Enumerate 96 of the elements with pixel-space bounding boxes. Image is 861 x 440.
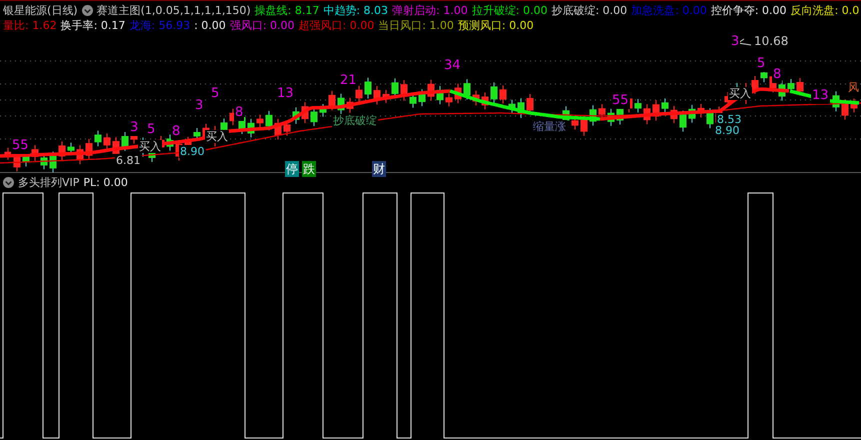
legend-value: 超强风口: 0.00: [298, 18, 374, 33]
candlestick: [644, 104, 650, 125]
candlestick: [76, 144, 84, 165]
candlestick: [446, 92, 452, 107]
chart-note: 8.90: [179, 145, 206, 158]
candlestick: [346, 97, 354, 114]
candlestick: [338, 93, 344, 115]
candlestick: [454, 83, 462, 104]
candlestick: [266, 110, 272, 131]
signal-tag: 财: [372, 161, 386, 178]
legend-value: 加急洗盘: 0.00: [631, 3, 707, 18]
signal-tag: 停: [285, 161, 299, 178]
candlestick: [274, 118, 282, 140]
chart-note: 买入: [205, 130, 229, 144]
candlestick: [356, 85, 362, 103]
arrow-icon: [738, 38, 752, 46]
legend-value: 量比: 1.62: [3, 18, 57, 33]
candlestick: [248, 118, 254, 138]
candlestick: [418, 88, 426, 107]
count-label: 13: [276, 86, 295, 102]
candlestick: [500, 84, 506, 104]
candlestick: [652, 100, 660, 122]
candlestick: [598, 104, 606, 120]
candlestick: [472, 90, 480, 106]
candlestick: [688, 104, 696, 124]
legend-value: 中趋势: 8.03: [323, 3, 388, 18]
candlestick: [680, 110, 686, 132]
count-label: 55: [11, 138, 30, 154]
candlestick: [436, 85, 444, 105]
candlestick: [850, 98, 858, 113]
candlestick: [292, 106, 300, 124]
count-label: 3: [129, 120, 140, 136]
candlestick: [698, 103, 704, 118]
candlestick: [94, 130, 102, 147]
candlestick: [320, 104, 326, 118]
candlestick: [842, 99, 848, 120]
indicator-name: 多头排列VIP: [18, 175, 80, 190]
dropdown-icon[interactable]: [82, 5, 93, 16]
candlestick: [374, 86, 380, 105]
legend-value: PL: 0.00: [83, 175, 128, 190]
candlestick: [32, 144, 38, 162]
candlestick: [382, 89, 390, 104]
price-label: 10.68: [753, 34, 790, 48]
candlestick: [122, 132, 128, 152]
candlestick: [310, 107, 318, 127]
candlestick: [832, 90, 840, 112]
candlestick: [670, 105, 678, 124]
chart-note: 抄底破绽: [332, 114, 378, 128]
count-label: 13: [811, 88, 830, 104]
candlestick: [508, 99, 516, 114]
security-name: 银星能源(日线): [3, 3, 78, 18]
candlestick: [104, 132, 110, 150]
candlestick: [302, 102, 308, 124]
candlestick: [490, 82, 498, 104]
candlestick: [400, 80, 408, 102]
legend-value: 当日风口: 1.00: [378, 18, 454, 33]
legend-value: 换手率: 0.17: [60, 18, 126, 33]
count-label: 5: [756, 56, 766, 72]
candlestick: [256, 114, 264, 128]
legend-value: 弹射启动: 1.00: [392, 3, 468, 18]
legend-value: 强风口: 0.00: [230, 18, 295, 33]
chart-note: 缩量涨: [532, 120, 567, 134]
count-label: 5: [210, 86, 220, 102]
candlestick: [580, 115, 588, 136]
legend-value: 预测风口: 0.00: [458, 18, 534, 33]
candlestick: [86, 138, 92, 160]
signal-tag: 跌: [302, 161, 316, 178]
candlestick: [662, 98, 668, 114]
candlestick: [482, 92, 488, 110]
candlestick: [464, 78, 470, 100]
legend-value: 拉升破绽: 0.00: [472, 3, 548, 18]
candlestick: [58, 140, 66, 161]
count-label: 55: [611, 93, 630, 109]
candlestick: [518, 98, 524, 119]
dropdown-icon[interactable]: [3, 177, 14, 188]
chart-note: 8.90: [714, 124, 740, 138]
legend-value: 操盘线: 8.17: [254, 3, 320, 18]
legend-value: : 0.00: [194, 18, 226, 33]
candlestick: [328, 90, 336, 111]
legend-value: 抄底破绽: 0.00: [551, 3, 628, 18]
candlestick: [752, 76, 758, 94]
legend-value: 龙海: 56.93: [129, 18, 190, 33]
chart-note: 风: [847, 81, 860, 94]
candlestick: [590, 104, 596, 126]
candlestick: [50, 151, 56, 173]
candlestick: [634, 98, 642, 114]
candlestick: [706, 108, 714, 129]
count-label: 8: [772, 67, 782, 83]
legend-value: 控价争夺: 0.00: [710, 3, 787, 18]
candlestick: [428, 79, 434, 102]
candlestick: [364, 77, 372, 99]
legend-value: 反向洗盘: 0.0: [790, 3, 860, 18]
count-label: 8: [171, 124, 182, 140]
count-label: 8: [234, 105, 244, 121]
indicator-name: 赛道主图(1,0.05,1,1,1,1,150): [96, 3, 251, 18]
chart-note: 6.81: [115, 154, 142, 168]
